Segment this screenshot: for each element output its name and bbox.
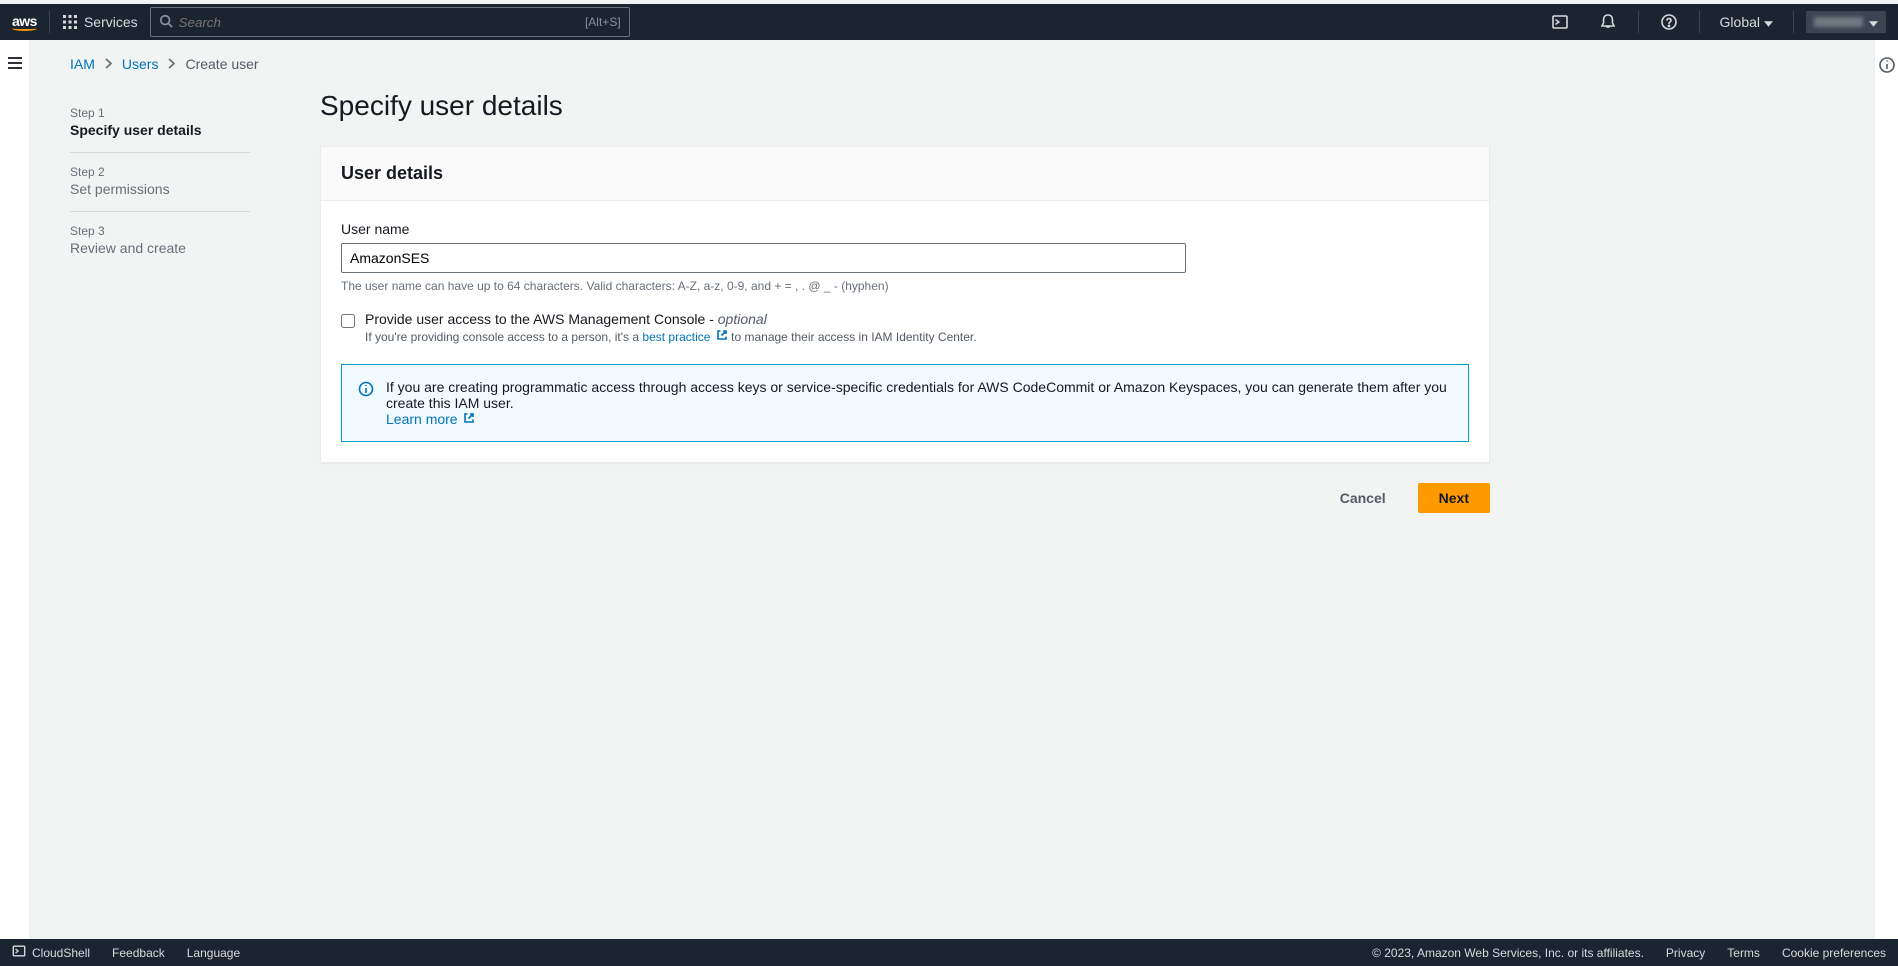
panel-header: User details bbox=[321, 147, 1489, 201]
info-icon bbox=[358, 381, 374, 427]
username-label: User name bbox=[341, 221, 1469, 237]
account-menu[interactable] bbox=[1806, 11, 1886, 33]
help-button[interactable] bbox=[1651, 4, 1687, 40]
breadcrumb: IAM Users Create user bbox=[70, 40, 1834, 88]
terms-link[interactable]: Terms bbox=[1727, 946, 1760, 960]
search-icon bbox=[159, 14, 173, 31]
info-text: If you are creating programmatic access … bbox=[386, 379, 1447, 411]
language-link[interactable]: Language bbox=[187, 946, 240, 960]
chevron-right-icon bbox=[168, 56, 175, 72]
step-label: Step 3 bbox=[70, 224, 250, 238]
console-access-checkbox[interactable] bbox=[341, 314, 355, 328]
breadcrumb-users[interactable]: Users bbox=[122, 56, 159, 72]
step-2[interactable]: Step 2 Set permissions bbox=[70, 153, 250, 212]
chevron-right-icon bbox=[105, 56, 112, 72]
notifications-button[interactable] bbox=[1590, 4, 1626, 40]
caret-down-icon bbox=[1764, 14, 1773, 30]
cloudshell-icon-button[interactable] bbox=[1542, 4, 1578, 40]
step-3[interactable]: Step 3 Review and create bbox=[70, 212, 250, 270]
best-practice-link[interactable]: best practice bbox=[642, 330, 710, 344]
info-box: If you are creating programmatic access … bbox=[341, 364, 1469, 442]
left-rail bbox=[0, 40, 30, 939]
cloudshell-link[interactable]: CloudShell bbox=[12, 944, 90, 961]
caret-down-icon bbox=[1869, 14, 1878, 30]
cookie-preferences-link[interactable]: Cookie preferences bbox=[1782, 946, 1886, 960]
main-area: IAM Users Create user Step 1 Specify use… bbox=[30, 40, 1874, 939]
right-rail bbox=[1874, 40, 1898, 939]
top-nav: aws Services [Alt+S] Global bbox=[0, 0, 1898, 40]
divider bbox=[49, 11, 50, 33]
breadcrumb-current: Create user bbox=[185, 56, 258, 72]
services-menu[interactable]: Services bbox=[62, 14, 138, 30]
learn-more-link[interactable]: Learn more bbox=[386, 411, 458, 427]
page-title: Specify user details bbox=[320, 88, 1490, 122]
search-input[interactable] bbox=[179, 15, 585, 30]
step-title: Review and create bbox=[70, 240, 250, 256]
aws-logo[interactable]: aws bbox=[12, 13, 37, 31]
step-title: Set permissions bbox=[70, 181, 250, 197]
cloudshell-icon bbox=[12, 944, 26, 961]
grid-icon bbox=[62, 14, 78, 30]
divider bbox=[1793, 11, 1794, 33]
external-link-icon bbox=[463, 411, 475, 427]
menu-toggle[interactable] bbox=[7, 56, 23, 73]
privacy-link[interactable]: Privacy bbox=[1666, 946, 1705, 960]
step-label: Step 2 bbox=[70, 165, 250, 179]
panel-title: User details bbox=[341, 163, 1469, 184]
info-panel-toggle[interactable] bbox=[1878, 56, 1896, 77]
username-input[interactable] bbox=[341, 243, 1186, 273]
search-shortcut: [Alt+S] bbox=[585, 15, 621, 29]
feedback-link[interactable]: Feedback bbox=[112, 946, 165, 960]
footer: CloudShell Feedback Language © 2023, Ama… bbox=[0, 939, 1898, 966]
user-details-panel: User details User name The user name can… bbox=[320, 146, 1490, 463]
console-access-description: If you're providing console access to a … bbox=[365, 329, 977, 344]
step-1[interactable]: Step 1 Specify user details bbox=[70, 94, 250, 153]
username-helper: The user name can have up to 64 characte… bbox=[341, 279, 1469, 293]
wizard-actions: Cancel Next bbox=[320, 483, 1490, 513]
breadcrumb-iam[interactable]: IAM bbox=[70, 56, 95, 72]
region-label: Global bbox=[1720, 14, 1760, 30]
wizard-steps: Step 1 Specify user details Step 2 Set p… bbox=[70, 88, 250, 513]
external-link-icon bbox=[716, 329, 728, 344]
cancel-button[interactable]: Cancel bbox=[1320, 483, 1406, 513]
console-access-label: Provide user access to the AWS Managemen… bbox=[365, 311, 977, 327]
step-label: Step 1 bbox=[70, 106, 250, 120]
next-button[interactable]: Next bbox=[1418, 483, 1490, 513]
search-box[interactable]: [Alt+S] bbox=[150, 7, 630, 37]
divider bbox=[1699, 11, 1700, 33]
step-title: Specify user details bbox=[70, 122, 250, 138]
region-selector[interactable]: Global bbox=[1712, 14, 1781, 30]
services-label: Services bbox=[84, 14, 138, 30]
divider bbox=[1638, 11, 1639, 33]
account-name bbox=[1814, 17, 1863, 27]
copyright: © 2023, Amazon Web Services, Inc. or its… bbox=[1372, 946, 1644, 960]
